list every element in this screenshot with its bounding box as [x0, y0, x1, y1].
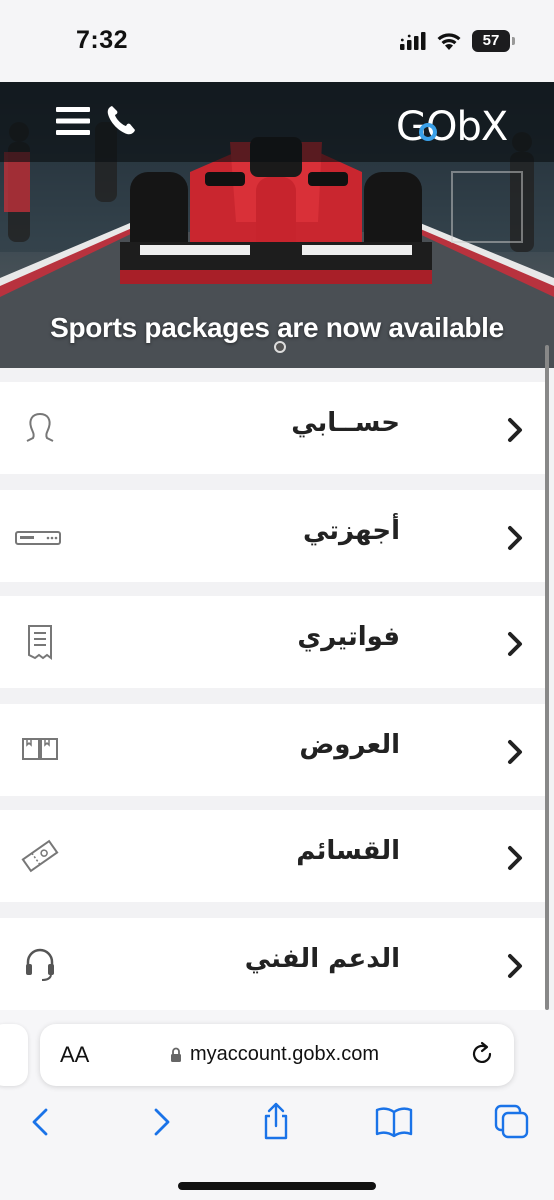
chevron-right-icon: [508, 632, 522, 656]
menu-item-support[interactable]: الدعم الفني: [0, 918, 546, 1010]
hamburger-icon[interactable]: [56, 106, 90, 136]
previous-tab-preview[interactable]: [0, 1024, 28, 1086]
gobx-logo[interactable]: GObX: [396, 102, 514, 150]
menu-item-account[interactable]: حســابي: [0, 382, 546, 474]
hero-caption: Sports packages are now available: [50, 312, 504, 343]
gobx-logo-mark: GObX: [396, 104, 509, 150]
reader-settings-button[interactable]: AA: [60, 1042, 89, 1068]
battery-indicator: 57: [472, 30, 515, 52]
back-icon[interactable]: [22, 1102, 62, 1142]
lock-icon: [171, 1047, 181, 1062]
home-indicator[interactable]: [178, 1182, 376, 1190]
menu-item-vouchers[interactable]: القسائم: [0, 810, 546, 902]
url-display[interactable]: myaccount.gobx.com: [170, 1043, 379, 1066]
reload-icon[interactable]: [468, 1040, 496, 1068]
url-text: myaccount.gobx.com: [190, 1043, 379, 1065]
tabs-icon[interactable]: [492, 1102, 532, 1142]
wifi-icon: [437, 33, 461, 50]
menu-item-offers[interactable]: العروض: [0, 704, 546, 796]
menu-item-label: أجهزتي: [302, 516, 400, 546]
share-icon[interactable]: [256, 1102, 296, 1142]
bookmarks-icon[interactable]: [374, 1102, 414, 1142]
account-icon: [26, 413, 54, 442]
offers-icon: [22, 738, 58, 760]
menu-item-label: حســابي: [291, 408, 400, 438]
voucher-icon: [21, 839, 59, 873]
menu-item-label: العروض: [299, 730, 400, 760]
phone-icon[interactable]: [106, 104, 136, 136]
menu-item-label: القسائم: [296, 836, 400, 866]
browser-nav: [0, 1102, 554, 1142]
device-icon: [15, 531, 61, 545]
status-icons: 57: [400, 30, 515, 52]
status-bar: 7:32 57: [0, 0, 554, 82]
forward-icon[interactable]: [140, 1102, 180, 1142]
menu-item-devices[interactable]: أجهزتي: [0, 490, 546, 582]
logo-text: GObX: [396, 104, 508, 150]
status-time: 7:32: [76, 26, 129, 54]
scrollbar[interactable]: [545, 345, 549, 1010]
chevron-right-icon: [508, 418, 522, 442]
menu-item-label: الدعم الفني: [244, 944, 400, 974]
chevron-right-icon: [508, 526, 522, 550]
address-bar[interactable]: AA myaccount.gobx.com: [40, 1024, 514, 1086]
menu-item-label: فواتيري: [297, 622, 400, 652]
invoice-icon: [28, 625, 52, 660]
support-headset-icon: [26, 948, 54, 981]
signal-icon: [400, 32, 426, 50]
hero-banner[interactable]: GObX Sports packages are now available: [0, 82, 554, 368]
chevron-right-icon: [508, 954, 522, 978]
chevron-right-icon: [508, 740, 522, 764]
menu-item-invoices[interactable]: فواتيري: [0, 596, 546, 688]
chevron-right-icon: [508, 846, 522, 870]
browser-toolbar: AA myaccount.gobx.com: [0, 1010, 554, 1200]
carousel-dot[interactable]: [274, 341, 286, 353]
